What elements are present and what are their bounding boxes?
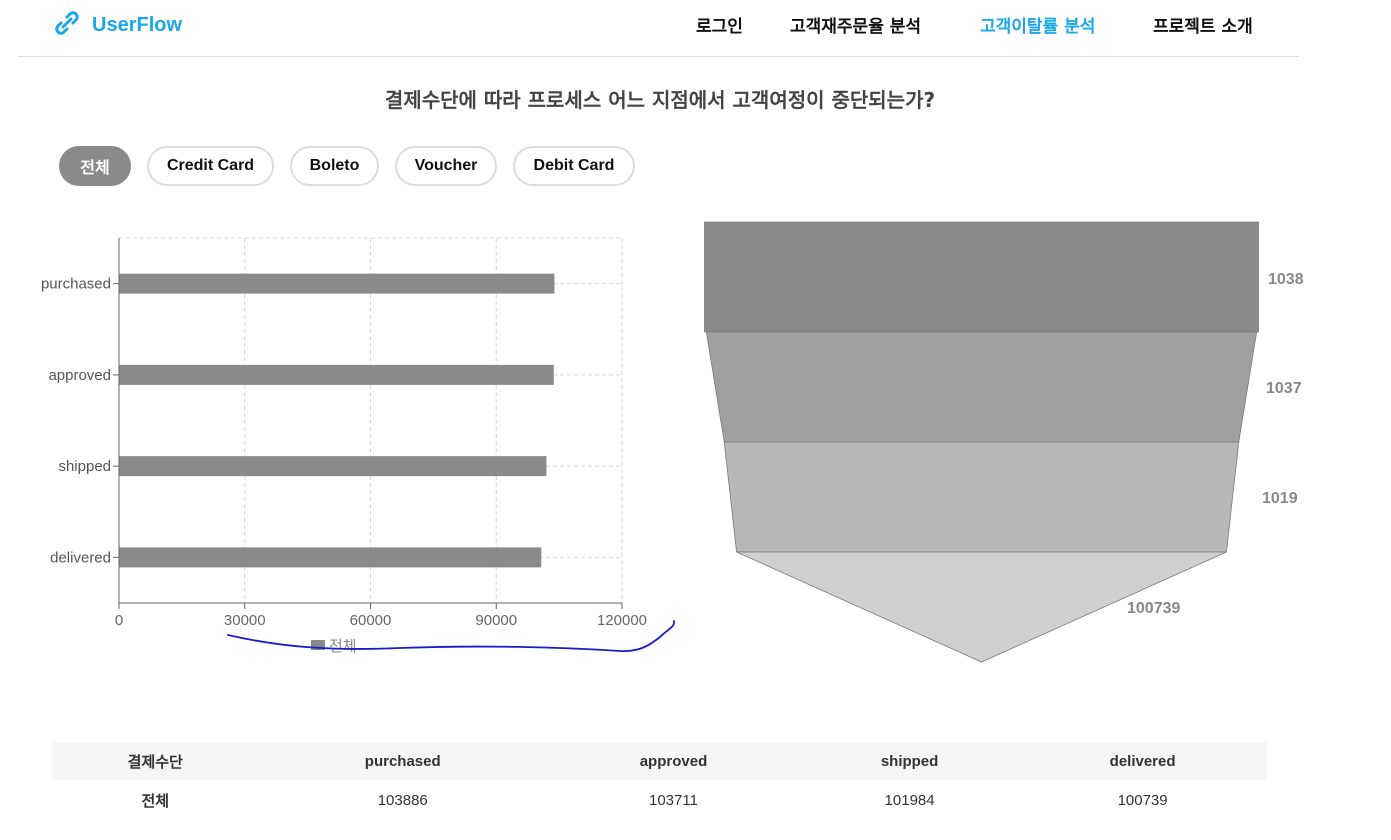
x-tick-label: 60000 [350,612,392,629]
table-header-cell: shipped [800,742,1019,780]
horizontal-bar-chart: 0 30000 60000 90000 120000 purchased approved s… [41,237,675,655]
table-row: 전체 103886 103711 101984 100739 [51,780,1267,820]
x-tick-label: 30000 [224,612,266,629]
x-tick-label: 90000 [475,612,517,629]
y-tick-label-purchased: purchased [41,276,111,293]
funnel-segment-approved [705,331,1258,443]
funnel-label-delivered: 100739 [1127,600,1180,617]
bar-purchased [119,273,555,294]
x-tick-label: 120000 [597,612,647,629]
filter-all-button[interactable]: 전체 [59,146,131,186]
table-header-row: 결제수단 purchased approved shipped delivere… [51,742,1267,780]
table-cell: 103886 [377,791,428,809]
nav-login[interactable]: 로그인 [696,12,743,37]
bar-delivered [119,547,542,568]
brand-logo[interactable]: UserFlow [54,10,182,40]
table-cell: 101984 [884,791,935,809]
nav-reorder-analysis[interactable]: 고객재주문율 분석 [790,12,921,37]
filter-boleto-button[interactable]: Boleto [290,146,379,186]
filter-credit-card-button[interactable]: Credit Card [147,146,274,186]
bar-shipped [119,456,547,477]
page-title: 결제수단에 따라 프로세스 어느 지점에서 고객여정이 중단되는가? [384,88,936,112]
y-tick-label-approved: approved [48,367,111,384]
table-header-cell: approved [545,742,801,780]
funnel-label-purchased: 1038 [1268,271,1304,288]
table-cell: 전체 [141,792,170,810]
link-logo-icon [54,10,80,40]
funnel-data-table: 결제수단 purchased approved shipped delivere… [51,742,1267,820]
funnel-segment-purchased [704,221,1259,333]
funnel-chart: 1038 1037 1019 100739 [704,221,1304,663]
funnel-label-shipped: 1019 [1262,490,1298,507]
table-cell: 103711 [649,791,698,809]
nav-churn-analysis[interactable]: 고객이탈률 분석 [980,12,1095,37]
table-header-cell: delivered [1018,742,1267,780]
x-tick-label: 0 [115,612,123,629]
legend-label: 전체 [329,638,357,655]
nav-project-intro[interactable]: 프로젝트 소개 [1153,12,1253,37]
funnel-segment-shipped [723,441,1240,553]
top-header: UserFlow 로그인 고객재주문율 분석 고객이탈률 분석 프로젝트 소개 [18,0,1299,57]
funnel-label-approved: 1037 [1266,380,1302,397]
y-tick-label-delivered: delivered [50,549,111,566]
filter-debit-card-button[interactable]: Debit Card [513,146,635,186]
y-tick-label-shipped: shipped [58,458,111,475]
bar-approved [119,364,554,385]
brand-name: UserFlow [92,13,183,36]
table-header-cell: 결제수단 [51,742,260,780]
filter-voucher-button[interactable]: Voucher [395,146,497,186]
table-cell: 100739 [1117,791,1168,809]
table-header-cell: purchased [259,742,546,780]
